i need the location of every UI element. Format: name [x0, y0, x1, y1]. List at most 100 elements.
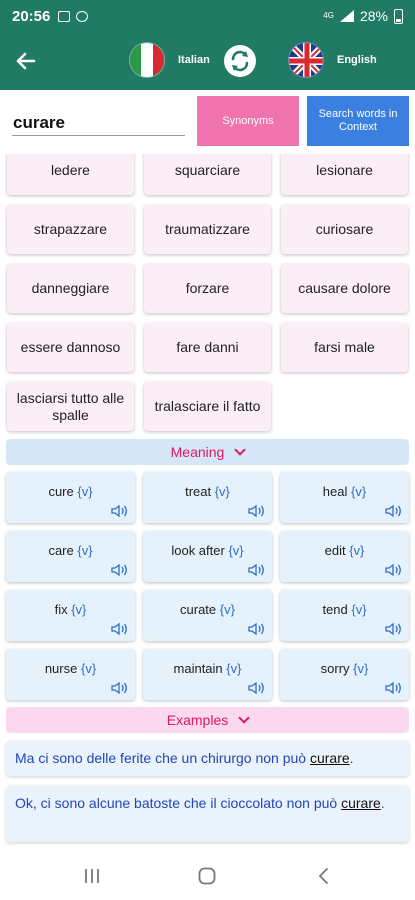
synonym-card[interactable]: lesionare: [281, 154, 408, 195]
part-of-speech: {v}: [71, 602, 87, 617]
synonym-card[interactable]: farsi male: [281, 323, 408, 372]
home-icon[interactable]: [197, 867, 217, 889]
part-of-speech: {v}: [351, 484, 367, 499]
meaning-section-header[interactable]: Meaning: [6, 439, 409, 465]
meaning-word: treat: [185, 484, 212, 499]
synonym-card[interactable]: danneggiare: [7, 264, 134, 313]
meaning-word: curate: [180, 602, 217, 617]
word-input[interactable]: [12, 110, 185, 136]
meaning-word: care: [48, 543, 74, 558]
meaning-card[interactable]: treat {v}: [143, 472, 272, 523]
meaning-card[interactable]: curate {v}: [143, 590, 272, 641]
meaning-card[interactable]: nurse {v}: [6, 649, 135, 700]
search-row: Synonyms Search words in Context: [0, 90, 415, 154]
synonym-card[interactable]: forzare: [144, 264, 271, 313]
meaning-word: nurse: [44, 661, 78, 676]
meaning-word: cure: [48, 484, 74, 499]
meaning-card[interactable]: heal {v}: [280, 472, 409, 523]
synonym-card[interactable]: strapazzare: [7, 205, 134, 254]
search-in-context-button[interactable]: Search words in Context: [307, 96, 409, 146]
part-of-speech: {v}: [77, 484, 93, 499]
speaker-icon[interactable]: [111, 563, 129, 577]
synonyms-button[interactable]: Synonyms: [197, 96, 299, 146]
example-highlight: curare: [341, 795, 381, 811]
synonym-card[interactable]: traumatizzare: [144, 205, 271, 254]
part-of-speech: {v}: [228, 543, 244, 558]
meaning-card[interactable]: tend {v}: [280, 590, 409, 641]
battery-icon: [394, 8, 403, 24]
part-of-speech: {v}: [353, 661, 369, 676]
speaker-icon[interactable]: [385, 504, 403, 518]
part-of-speech: {v}: [219, 602, 235, 617]
meaning-word: heal: [322, 484, 348, 499]
example-sentence[interactable]: Ma ci sono delle ferite che un chirurgo …: [6, 741, 409, 776]
italian-flag-icon[interactable]: [129, 42, 165, 78]
speaker-icon[interactable]: [248, 622, 266, 636]
back-nav-icon[interactable]: [314, 867, 334, 889]
meaning-card[interactable]: look after {v}: [143, 531, 272, 582]
synonym-card[interactable]: causare dolore: [281, 264, 408, 313]
speaker-icon[interactable]: [248, 563, 266, 577]
meaning-card[interactable]: edit {v}: [280, 531, 409, 582]
synonym-card[interactable]: lasciarsi tutto alle spalle: [7, 382, 134, 431]
chevron-down-icon: [238, 711, 250, 724]
english-flag-icon[interactable]: [288, 42, 324, 78]
speaker-icon[interactable]: [111, 622, 129, 636]
recent-apps-icon[interactable]: [82, 867, 102, 889]
synonym-card[interactable]: ledere: [7, 154, 134, 195]
image-icon: [58, 10, 71, 22]
meaning-card[interactable]: care {v}: [6, 531, 135, 582]
speaker-icon[interactable]: [248, 504, 266, 518]
status-time: 20:56: [12, 7, 51, 25]
meaning-card[interactable]: fix {v}: [6, 590, 135, 641]
meaning-card[interactable]: cure {v}: [6, 472, 135, 523]
synonym-card[interactable]: fare danni: [144, 323, 271, 372]
meaning-word: maintain: [173, 661, 223, 676]
swap-languages-icon[interactable]: [224, 45, 256, 77]
part-of-speech: {v}: [226, 661, 242, 676]
synonym-card[interactable]: essere dannoso: [7, 323, 134, 372]
system-navigation-bar: [0, 857, 415, 900]
target-language-label[interactable]: English: [337, 54, 377, 66]
example-end: .: [380, 795, 385, 811]
meaning-title: Meaning: [170, 444, 225, 460]
example-highlight: curare: [309, 750, 350, 766]
battery-percent: 28%: [359, 8, 388, 24]
part-of-speech: {v}: [351, 602, 367, 617]
speaker-icon[interactable]: [385, 563, 403, 577]
message-icon: [76, 10, 89, 22]
network-type: 4G: [323, 11, 334, 20]
part-of-speech: {v}: [77, 543, 93, 558]
results-list[interactable]: ledere squarciare lesionare strapazzare …: [0, 154, 415, 857]
notification-icons: [58, 10, 89, 22]
part-of-speech: {v}: [214, 484, 230, 499]
back-arrow-icon[interactable]: [14, 46, 44, 76]
part-of-speech: {v}: [80, 661, 97, 676]
meaning-word: edit: [324, 543, 346, 558]
speaker-icon[interactable]: [248, 681, 266, 695]
synonym-card[interactable]: curiosare: [281, 205, 408, 254]
speaker-icon[interactable]: [385, 622, 403, 636]
example-sentence[interactable]: Ok, ci sono alcune batoste che il ciocco…: [6, 786, 409, 842]
chevron-down-icon: [234, 443, 247, 456]
example-end: .: [349, 750, 354, 766]
synonym-card[interactable]: squarciare: [144, 154, 271, 195]
example-text: Ma ci sono delle ferite che un chirurgo …: [15, 750, 310, 766]
meaning-word: tend: [322, 602, 348, 617]
part-of-speech: {v}: [349, 543, 365, 558]
source-language-label[interactable]: Italian: [178, 54, 210, 66]
examples-section-header[interactable]: Examples: [6, 707, 409, 733]
meaning-word: fix: [54, 602, 68, 617]
speaker-icon[interactable]: [385, 681, 403, 695]
app-bar: Italian English: [0, 32, 415, 90]
meaning-word: sorry: [320, 661, 350, 676]
speaker-icon[interactable]: [111, 681, 129, 695]
meaning-card[interactable]: maintain {v}: [143, 649, 272, 700]
meaning-card[interactable]: sorry {v}: [280, 649, 409, 700]
speaker-icon[interactable]: [111, 504, 129, 518]
example-text: Ok, ci sono alcune batoste che il ciocco…: [15, 795, 342, 811]
meaning-word: look after: [171, 543, 225, 558]
signal-icon: [339, 10, 354, 22]
examples-title: Examples: [166, 712, 229, 728]
synonym-card[interactable]: tralasciare il fatto: [144, 382, 271, 431]
